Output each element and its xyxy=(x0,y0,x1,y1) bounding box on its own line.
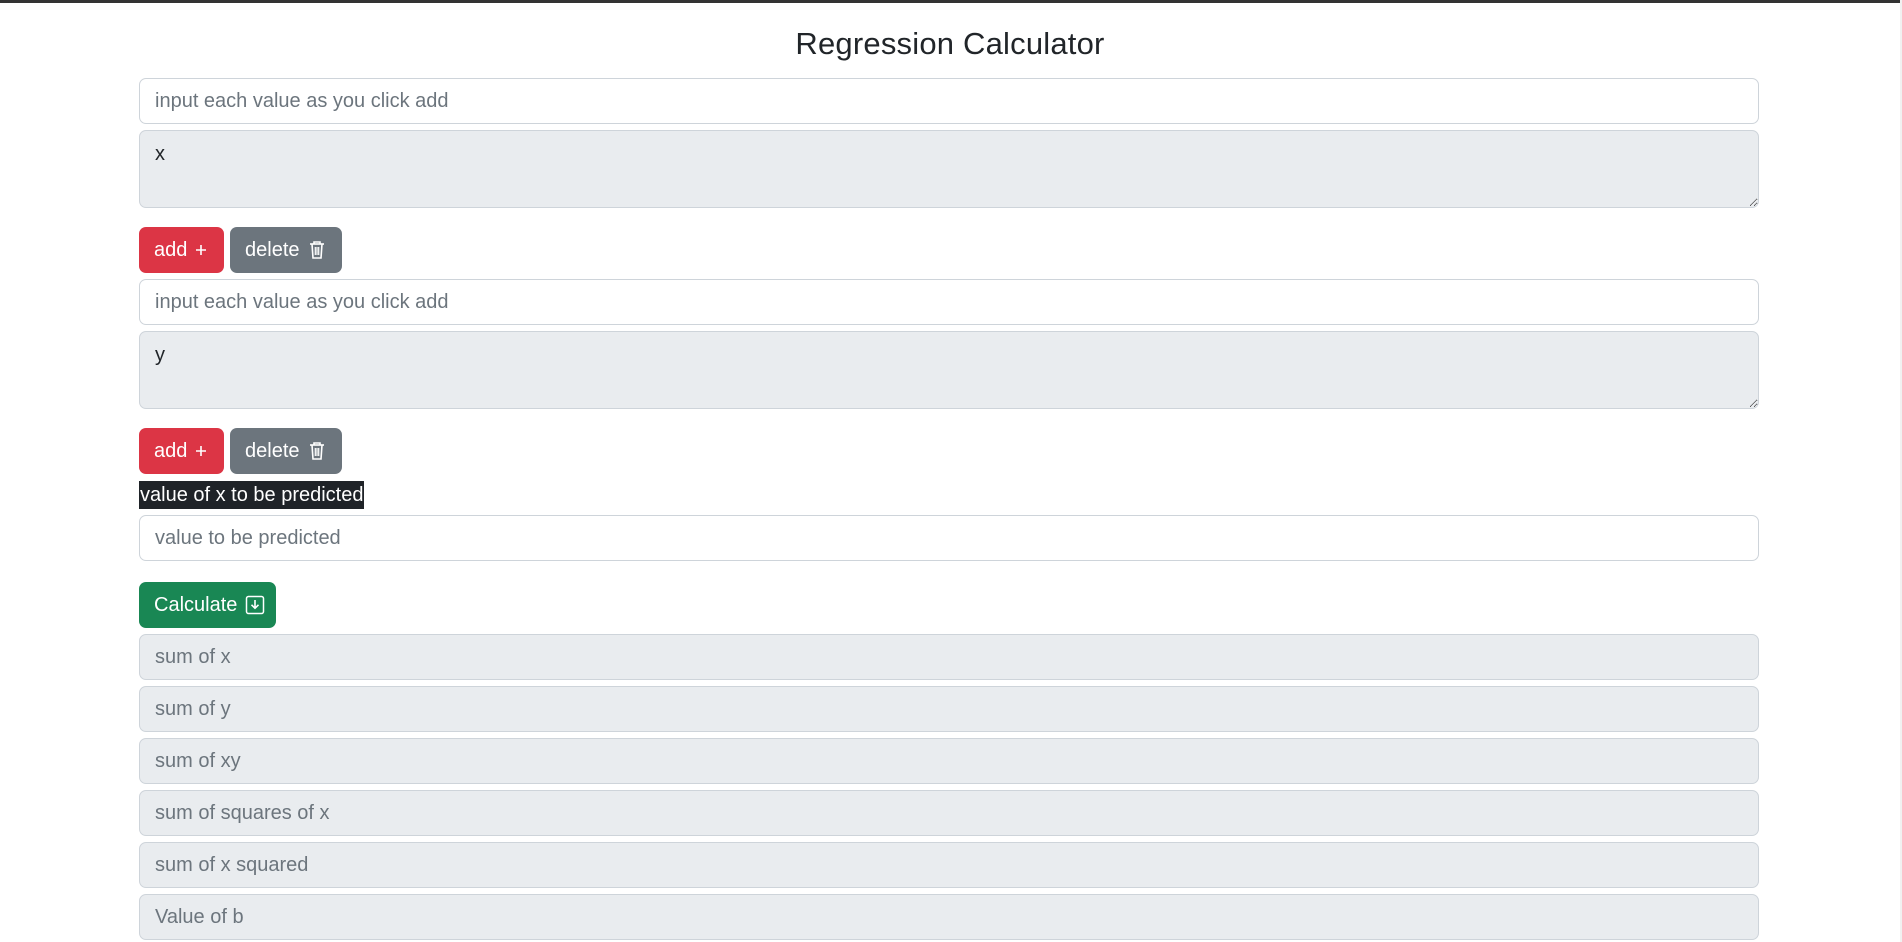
trash-icon xyxy=(308,240,326,260)
y-delete-button-label: delete xyxy=(245,439,300,462)
y-value-input[interactable] xyxy=(139,279,1759,325)
x-add-button[interactable]: add xyxy=(139,227,224,273)
value-b-output xyxy=(139,894,1759,940)
trash-icon xyxy=(308,441,326,461)
x-values-textarea[interactable] xyxy=(139,130,1759,208)
sum-xy-output xyxy=(139,738,1759,784)
predict-label: value of x to be predicted xyxy=(139,481,365,509)
sum-y-output xyxy=(139,686,1759,732)
x-value-input[interactable] xyxy=(139,78,1759,124)
y-add-button-label: add xyxy=(154,439,188,462)
x-delete-button-label: delete xyxy=(245,238,300,261)
sum-x-output xyxy=(139,634,1759,680)
y-add-button[interactable]: add xyxy=(139,428,224,474)
regression-calculator-page: Regression Calculator add delete add del… xyxy=(0,0,1900,942)
plus-icon xyxy=(195,244,207,256)
calculate-button[interactable]: Calculate xyxy=(139,582,276,628)
sum-squares-x-output xyxy=(139,790,1759,836)
predict-value-input[interactable] xyxy=(139,515,1759,561)
plus-icon xyxy=(195,445,207,457)
calculate-button-label: Calculate xyxy=(154,593,238,616)
download-box-icon xyxy=(245,595,265,615)
x-delete-button[interactable]: delete xyxy=(230,227,342,273)
page-title: Regression Calculator xyxy=(795,26,1105,61)
sum-x-squared-output xyxy=(139,842,1759,888)
y-values-textarea[interactable] xyxy=(139,331,1759,409)
x-add-button-label: add xyxy=(154,238,188,261)
y-delete-button[interactable]: delete xyxy=(230,428,342,474)
